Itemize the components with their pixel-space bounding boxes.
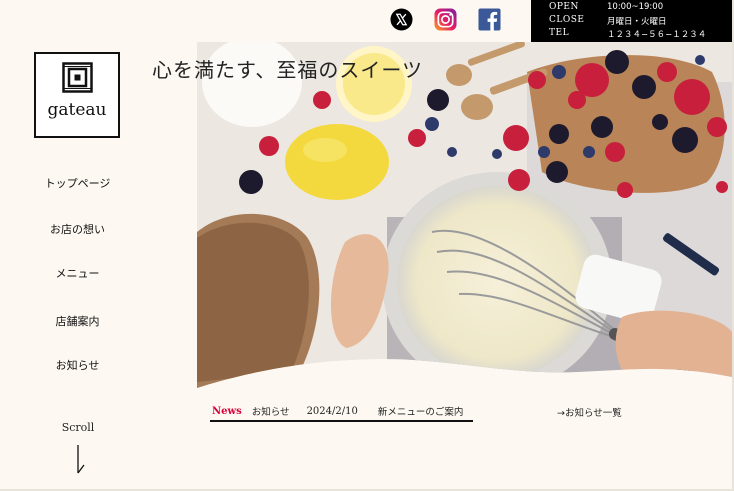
social-links — [390, 8, 501, 31]
tel-label: TEL — [549, 28, 570, 38]
x-twitter-icon[interactable] — [390, 8, 413, 31]
nav-item-shop-info[interactable]: 店舗案内 — [20, 313, 135, 329]
nav-item-concept[interactable]: お店の想い — [20, 221, 135, 237]
open-label: OPEN — [549, 2, 579, 12]
hero-photo-illustration — [197, 42, 732, 388]
close-value: 月曜日・火曜日 — [607, 17, 667, 27]
instagram-icon[interactable] — [434, 8, 457, 31]
scroll-label: Scroll — [61, 421, 95, 434]
closed-days-row: CLOSE 月曜日・火曜日 — [549, 15, 667, 27]
nav-item-news[interactable]: お知らせ — [20, 357, 135, 373]
hero-image — [197, 42, 732, 390]
tel-value: １２３４−５６−１２３４ — [607, 30, 707, 40]
news-list-link[interactable]: →お知らせ一覧 — [557, 405, 622, 419]
close-label: CLOSE — [549, 15, 585, 25]
scroll-down-arrow-icon[interactable] — [74, 444, 86, 474]
hero-tagline: 心を満たす、至福のスイーツ — [152, 58, 423, 82]
logo-text: gateau — [47, 100, 107, 120]
site-logo[interactable]: gateau — [34, 52, 120, 138]
facebook-icon[interactable] — [478, 8, 501, 31]
news-badge: News — [212, 405, 242, 417]
nav-item-top[interactable]: トップページ — [20, 175, 135, 191]
store-info-box: OPEN 10:00~19:00 CLOSE 月曜日・火曜日 TEL １２３４−… — [531, 0, 732, 43]
open-hours-row: OPEN 10:00~19:00 — [549, 2, 663, 12]
nav-item-menu[interactable]: メニュー — [20, 265, 135, 281]
news-date: 2024/2/10 — [306, 405, 358, 417]
tel-row: TEL １２３４−５６−１２３４ — [549, 28, 706, 40]
open-value: 10:00~19:00 — [607, 2, 664, 12]
news-category: お知らせ — [251, 407, 290, 418]
logo-mark-icon — [62, 62, 93, 93]
news-ticker[interactable]: News お知らせ 2024/2/10 新メニューのご案内 — [210, 402, 473, 422]
news-title-link[interactable]: 新メニューのご案内 — [378, 404, 464, 418]
